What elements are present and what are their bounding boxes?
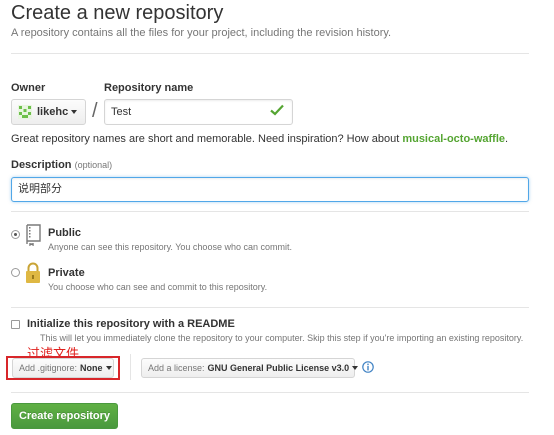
- description-input[interactable]: 说明部分: [11, 177, 529, 202]
- check-icon: [270, 104, 284, 116]
- public-radio[interactable]: [11, 230, 20, 239]
- create-repository-button[interactable]: Create repository: [11, 403, 118, 429]
- name-hint-text: Great repository names are short and mem…: [11, 133, 403, 145]
- public-title: Public: [48, 227, 82, 239]
- repo-name-label: Repository name: [104, 82, 194, 94]
- divider-bottom: [11, 392, 529, 393]
- divider-top: [11, 53, 529, 54]
- license-select[interactable]: Add a license: GNU General Public Licens…: [141, 358, 359, 378]
- page-subtitle: A repository contains all the files for …: [11, 27, 392, 39]
- license-prefix: Add a license:: [148, 363, 205, 373]
- name-suggestion-link[interactable]: musical-octo-waffle: [402, 133, 505, 145]
- private-title: Private: [48, 267, 85, 279]
- select-divider: [130, 354, 131, 380]
- readme-checkbox[interactable]: [11, 320, 20, 329]
- private-desc: You choose who can see and commit to thi…: [48, 282, 268, 292]
- owner-select[interactable]: likehc: [11, 99, 86, 125]
- gitignore-prefix: Add .gitignore:: [19, 363, 78, 373]
- public-desc: Anyone can see this repository. You choo…: [48, 242, 292, 252]
- chevron-down-icon: [71, 110, 78, 114]
- info-icon[interactable]: [362, 361, 374, 373]
- description-label-text: Description: [11, 159, 72, 171]
- owner-label: Owner: [11, 82, 46, 94]
- divider-mid: [11, 211, 529, 212]
- chevron-down-icon: [352, 366, 359, 370]
- readme-desc: This will let you immediately clone the …: [40, 333, 524, 343]
- owner-repo-separator: /: [92, 100, 98, 122]
- divider-lower: [11, 307, 529, 308]
- owner-value: likehc: [37, 106, 69, 118]
- license-value: GNU General Public License v3.0: [207, 363, 350, 373]
- private-radio[interactable]: [11, 268, 20, 277]
- optional-hint: (optional): [74, 160, 113, 170]
- description-label: Description (optional): [11, 159, 112, 171]
- chevron-down-icon: [105, 366, 112, 370]
- repo-icon: [26, 224, 41, 246]
- readme-title: Initialize this repository with a README: [27, 318, 235, 330]
- page-title: Create a new repository: [11, 2, 224, 24]
- lock-icon: [26, 262, 40, 283]
- name-hint: Great repository names are short and mem…: [11, 133, 508, 145]
- owner-avatar-icon: [18, 105, 32, 119]
- name-hint-end: .: [505, 133, 509, 145]
- gitignore-select[interactable]: Add .gitignore: None: [12, 358, 114, 378]
- repo-name-input[interactable]: Test: [104, 99, 293, 125]
- gitignore-value: None: [80, 363, 103, 373]
